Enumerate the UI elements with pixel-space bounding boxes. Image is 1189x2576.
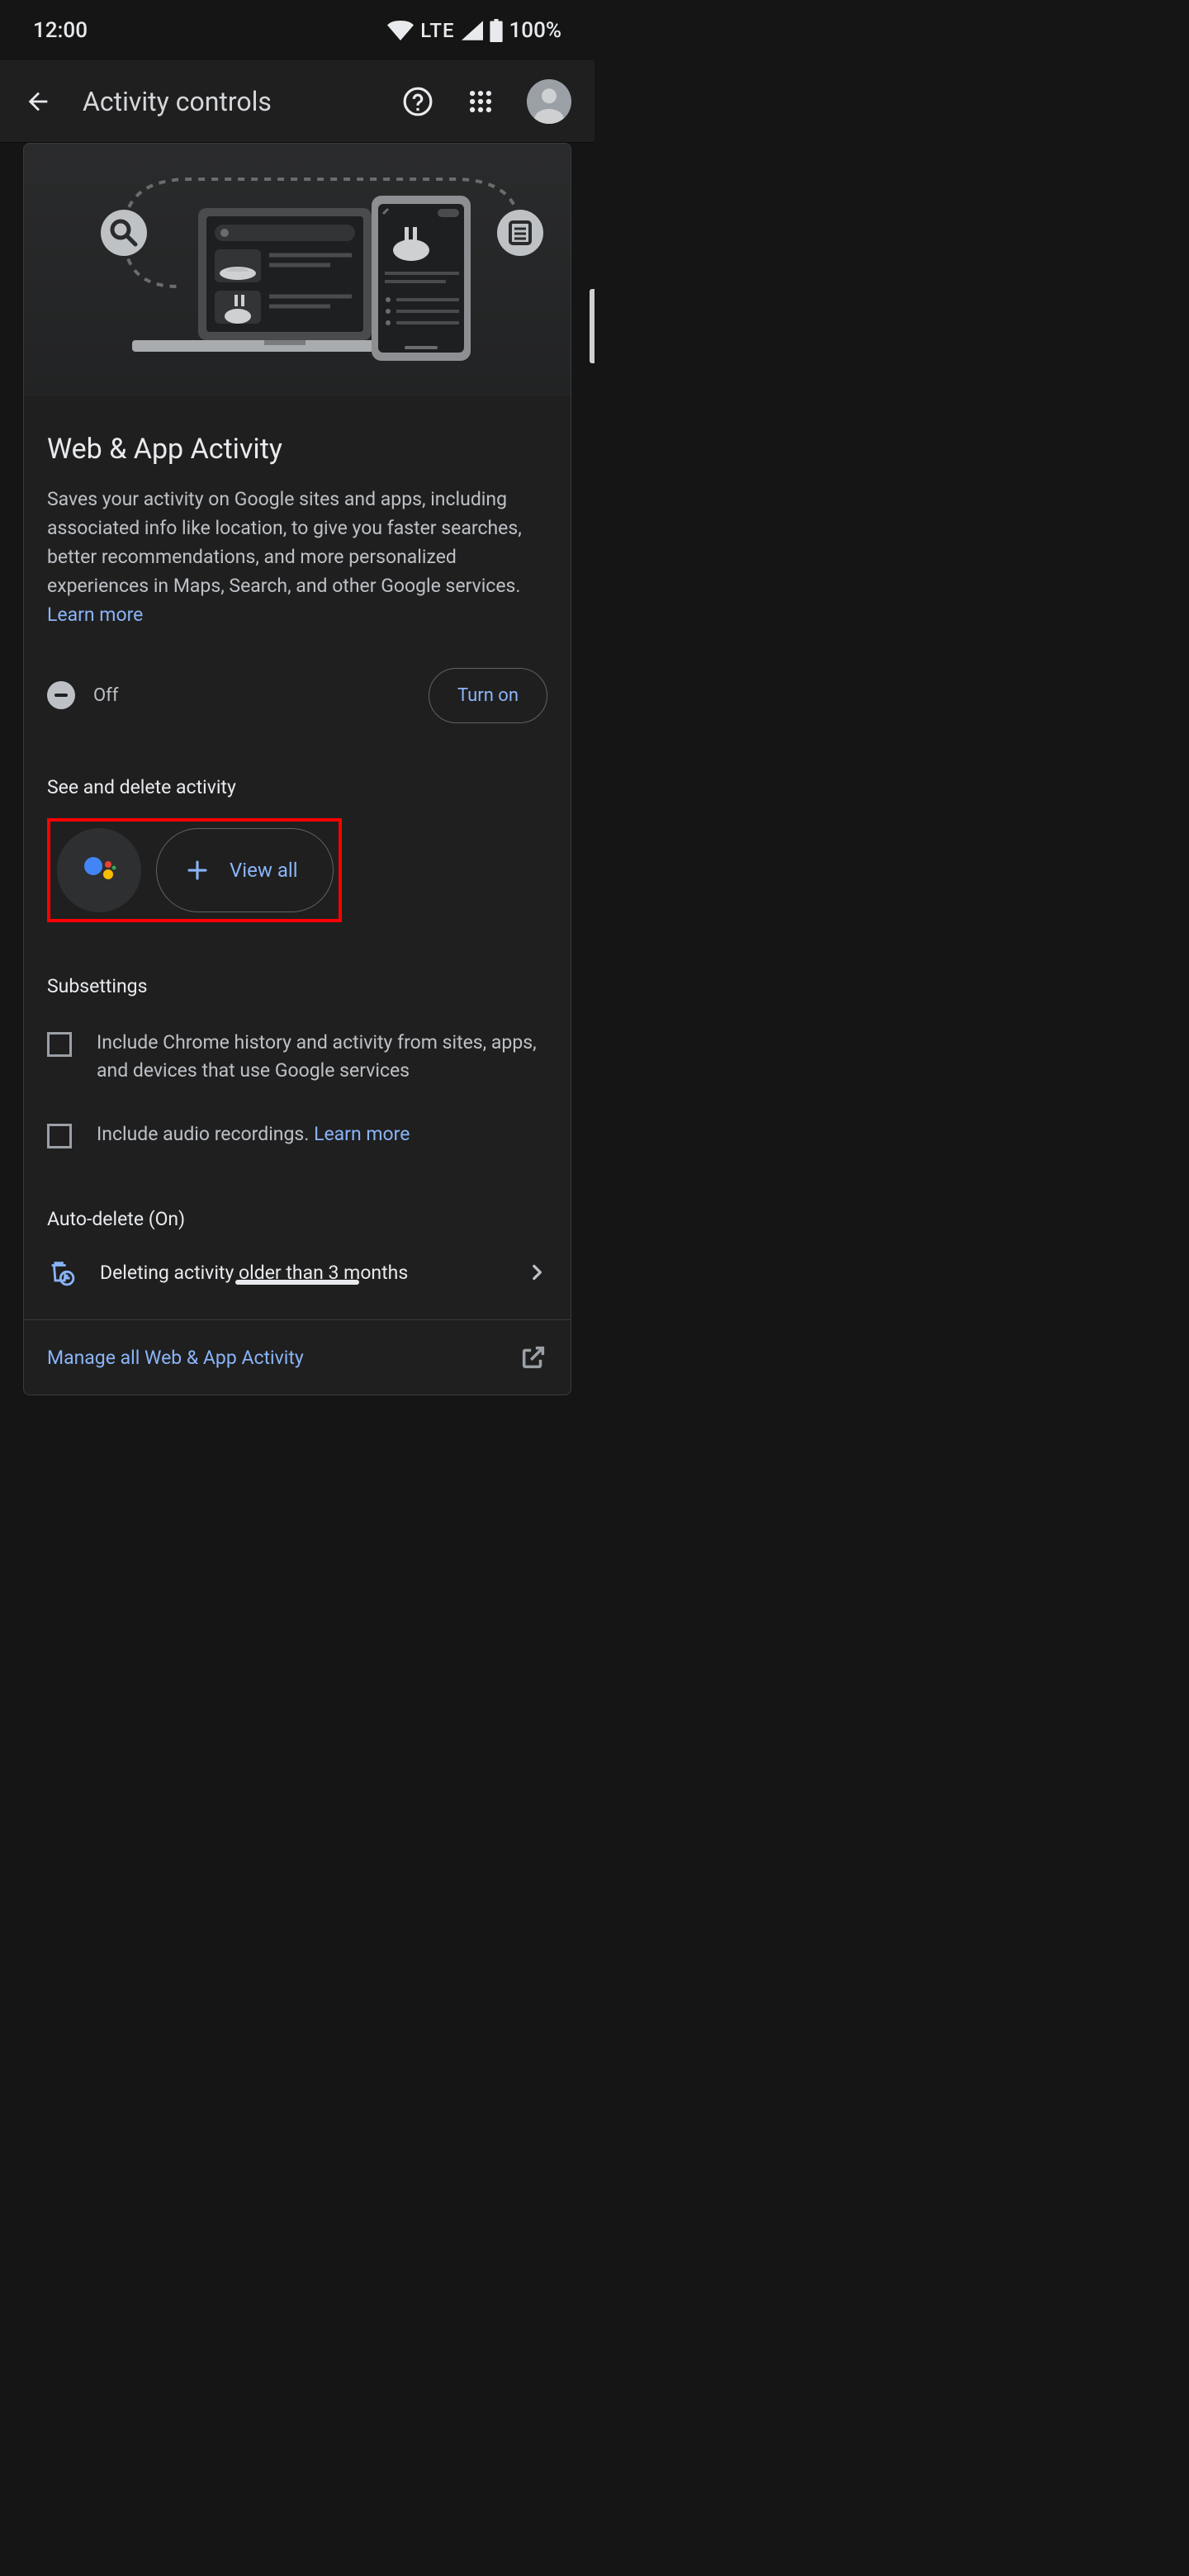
signal-icon	[462, 21, 483, 40]
main-section: Web & App Activity Saves your activity o…	[24, 396, 571, 638]
subsetting-audio-row[interactable]: Include audio recordings. Learn more	[24, 1109, 571, 1172]
assistant-activity-button[interactable]	[57, 828, 141, 912]
status-bar: 12:00 LTE 100%	[0, 0, 594, 60]
help-button[interactable]	[401, 85, 434, 118]
see-delete-heading: See and delete activity	[24, 748, 571, 818]
account-avatar[interactable]	[527, 79, 571, 124]
help-icon	[402, 86, 433, 117]
section-description: Saves your activity on Google sites and …	[47, 485, 547, 630]
chrome-history-checkbox[interactable]	[47, 1032, 72, 1057]
scroll-indicator	[590, 289, 594, 363]
manage-activity-label: Manage all Web & App Activity	[47, 1347, 304, 1369]
person-icon	[527, 79, 571, 124]
subsetting-chrome-row[interactable]: Include Chrome history and activity from…	[24, 1017, 571, 1109]
highlighted-region: View all	[47, 818, 342, 922]
status-right: LTE 100%	[387, 18, 561, 43]
autodelete-heading: Auto-delete (On)	[24, 1172, 571, 1250]
audio-recordings-checkbox[interactable]	[47, 1124, 72, 1148]
view-all-button[interactable]: View all	[156, 828, 334, 912]
audio-text: Include audio recordings.	[97, 1123, 314, 1145]
page-title: Activity controls	[83, 86, 372, 117]
apps-grid-icon	[467, 88, 495, 116]
section-title: Web & App Activity	[47, 433, 547, 466]
subsettings-heading: Subsettings	[24, 939, 571, 1017]
chrome-history-label: Include Chrome history and activity from…	[97, 1029, 547, 1086]
audio-recordings-label: Include audio recordings. Learn more	[97, 1120, 410, 1149]
apps-button[interactable]	[464, 85, 497, 118]
hero-illustration	[24, 144, 571, 396]
audio-learn-more-link[interactable]: Learn more	[314, 1123, 410, 1145]
app-bar: Activity controls	[0, 60, 594, 143]
view-all-label: View all	[230, 859, 298, 882]
off-status-label: Off	[93, 685, 118, 706]
back-button[interactable]	[23, 87, 53, 116]
google-assistant-icon	[80, 851, 118, 889]
activity-chips: View all	[24, 818, 571, 939]
wifi-icon	[387, 21, 414, 40]
manage-activity-row[interactable]: Manage all Web & App Activity	[24, 1319, 571, 1395]
arrow-left-icon	[24, 88, 52, 116]
description-text: Saves your activity on Google sites and …	[47, 488, 522, 597]
learn-more-link[interactable]: Learn more	[47, 604, 143, 626]
plus-icon	[185, 858, 210, 883]
status-row: Off Turn on	[24, 638, 571, 748]
status-lte: LTE	[420, 19, 454, 42]
battery-icon	[490, 19, 503, 42]
turn-on-button[interactable]: Turn on	[429, 668, 547, 723]
auto-delete-icon	[47, 1258, 75, 1286]
status-time: 12:00	[33, 18, 88, 43]
open-external-icon	[519, 1343, 547, 1371]
chevron-right-icon	[526, 1262, 547, 1283]
activity-card: Web & App Activity Saves your activity o…	[23, 143, 571, 1395]
status-battery: 100%	[509, 18, 561, 43]
autodelete-row[interactable]: Deleting activity older than 3 months	[24, 1250, 571, 1319]
off-status-icon	[47, 681, 75, 709]
nav-handle	[235, 1280, 359, 1285]
